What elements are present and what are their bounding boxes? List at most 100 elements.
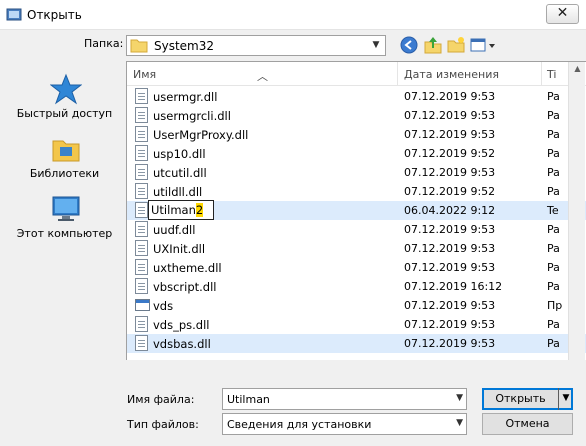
up-folder-icon[interactable]	[424, 36, 442, 54]
file-row[interactable]: usp10.dll 07.12.2019 9:52 Pa	[127, 144, 586, 163]
filetype-select[interactable]: Сведения для установки ▼	[222, 413, 467, 435]
rename-selection: 2	[195, 203, 204, 217]
file-name: usermgr.dll	[153, 90, 218, 104]
file-type: Pa	[547, 185, 560, 198]
file-date: 07.12.2019 9:53	[404, 337, 496, 350]
location-label: Папка:	[84, 37, 124, 50]
file-row[interactable]: UserMgrProxy.dll 07.12.2019 9:53 Pa	[127, 125, 586, 144]
close-button[interactable]: ✕	[546, 4, 579, 24]
place-this-pc[interactable]: Этот компьютер	[6, 187, 123, 249]
dll-icon	[135, 145, 148, 161]
dll-icon	[135, 316, 148, 332]
file-row[interactable]: vds_ps.dll 07.12.2019 9:53 Pa	[127, 315, 586, 334]
file-row[interactable]: vdsbas.dll 07.12.2019 9:53 Pa	[127, 334, 586, 353]
file-name: vds_ps.dll	[153, 318, 210, 332]
chevron-down-icon[interactable]: ▼	[456, 393, 463, 403]
file-date: 07.12.2019 9:52	[404, 147, 496, 160]
file-date: 07.12.2019 9:53	[404, 166, 496, 179]
place-quick-access[interactable]: Быстрый доступ	[6, 67, 123, 129]
file-type: Pa	[547, 261, 560, 274]
file-date: 07.12.2019 9:53	[404, 318, 496, 331]
filename-label: Имя файла:	[127, 393, 195, 406]
star-icon	[50, 73, 82, 105]
file-date: 07.12.2019 16:12	[404, 280, 503, 293]
new-folder-icon[interactable]	[447, 36, 465, 54]
file-date: 07.12.2019 9:53	[404, 90, 496, 103]
file-name: usermgrcli.dll	[153, 109, 231, 123]
file-name: vbscript.dll	[153, 280, 217, 294]
filetype-value: Сведения для установки	[227, 418, 372, 431]
dll-icon	[135, 126, 148, 142]
file-date: 06.04.2022 9:12	[404, 204, 496, 217]
dll-icon	[135, 221, 148, 237]
file-date: 07.12.2019 9:53	[404, 109, 496, 122]
column-date[interactable]: Дата изменения	[404, 68, 499, 81]
filetype-label: Тип файлов:	[127, 418, 199, 431]
view-menu-icon[interactable]	[470, 36, 496, 54]
scroll-up-icon[interactable]: ▲	[569, 64, 586, 78]
places-bar: Быстрый доступ Библиотеки Этот компьютер	[6, 63, 123, 358]
back-icon[interactable]	[400, 36, 418, 54]
rename-input[interactable]: Utilman2	[148, 200, 214, 220]
file-name: vds	[153, 299, 174, 313]
file-date: 07.12.2019 9:53	[404, 242, 496, 255]
dll-icon	[135, 88, 148, 104]
place-libraries[interactable]: Библиотеки	[6, 127, 123, 189]
file-type: Pa	[547, 242, 560, 255]
file-type: Te	[547, 204, 559, 217]
file-type: Pa	[547, 109, 560, 122]
libraries-icon	[52, 140, 80, 162]
dll-icon	[135, 259, 148, 275]
computer-icon	[52, 196, 80, 221]
filename-value: Utilman	[227, 393, 270, 406]
app-icon	[6, 8, 22, 21]
file-name: utildll.dll	[153, 185, 203, 199]
chevron-down-icon[interactable]: ▼	[456, 418, 463, 428]
filename-input[interactable]: Utilman ▼	[222, 388, 467, 410]
place-label: Этот компьютер	[16, 227, 113, 240]
file-type: Pa	[547, 128, 560, 141]
file-date: 07.12.2019 9:53	[404, 223, 496, 236]
file-name: UserMgrProxy.dll	[153, 128, 249, 142]
cancel-button[interactable]: Отмена	[482, 413, 573, 435]
rename-base: Utilman	[151, 203, 196, 217]
file-date: 07.12.2019 9:53	[404, 261, 496, 274]
location-combobox[interactable]: System32 ▼	[126, 35, 386, 56]
file-name: usp10.dll	[153, 147, 206, 161]
file-name: uxtheme.dll	[153, 261, 222, 275]
file-row[interactable]: usermgr.dll 07.12.2019 9:53 Pa	[127, 87, 586, 106]
column-name[interactable]: Имя	[133, 68, 156, 81]
file-date: 07.12.2019 9:52	[404, 185, 496, 198]
file-type: Pa	[547, 90, 560, 103]
file-row[interactable]: uxtheme.dll 07.12.2019 9:53 Pa	[127, 258, 586, 277]
file-type: Pa	[547, 166, 560, 179]
place-label: Быстрый доступ	[16, 107, 113, 120]
file-row[interactable]: utildll.dll 07.12.2019 9:52 Pa	[127, 182, 586, 201]
file-type: Pa	[547, 280, 560, 293]
file-row[interactable]: uudf.dll 07.12.2019 9:53 Pa	[127, 220, 586, 239]
place-label: Библиотеки	[29, 167, 100, 180]
file-row[interactable]: UXInit.dll 07.12.2019 9:53 Pa	[127, 239, 586, 258]
file-row[interactable]: utcutil.dll 07.12.2019 9:53 Pa	[127, 163, 586, 182]
folder-icon	[130, 39, 148, 53]
file-type: Pa	[547, 223, 560, 236]
list-header: ︿ Имя Дата изменения Ti	[127, 62, 586, 86]
dll-icon	[135, 278, 148, 294]
window-title: Открыть	[27, 8, 82, 22]
file-list[interactable]: ︿ Имя Дата изменения Ti usermgr.dll 07.1…	[126, 61, 586, 360]
open-dropdown-icon[interactable]: ▼	[558, 388, 573, 410]
chevron-down-icon[interactable]: ▼	[369, 38, 383, 53]
dll-icon	[135, 335, 148, 351]
file-row[interactable]: usermgrcli.dll 07.12.2019 9:53 Pa	[127, 106, 586, 125]
file-type: Pa	[547, 337, 560, 350]
vertical-scrollbar[interactable]: ▲	[568, 62, 585, 360]
file-date: 07.12.2019 9:53	[404, 128, 496, 141]
column-type[interactable]: Ti	[547, 68, 556, 81]
file-row[interactable]: vds 07.12.2019 9:53 Пр	[127, 296, 586, 315]
file-name: vdsbas.dll	[153, 337, 211, 351]
file-row[interactable]: vbscript.dll 07.12.2019 16:12 Pa	[127, 277, 586, 296]
file-date: 07.12.2019 9:53	[404, 299, 496, 312]
dll-icon	[135, 183, 148, 199]
file-row-renaming[interactable]: Utilman2 06.04.2022 9:12 Te	[127, 200, 586, 220]
file-name: utcutil.dll	[153, 166, 207, 180]
